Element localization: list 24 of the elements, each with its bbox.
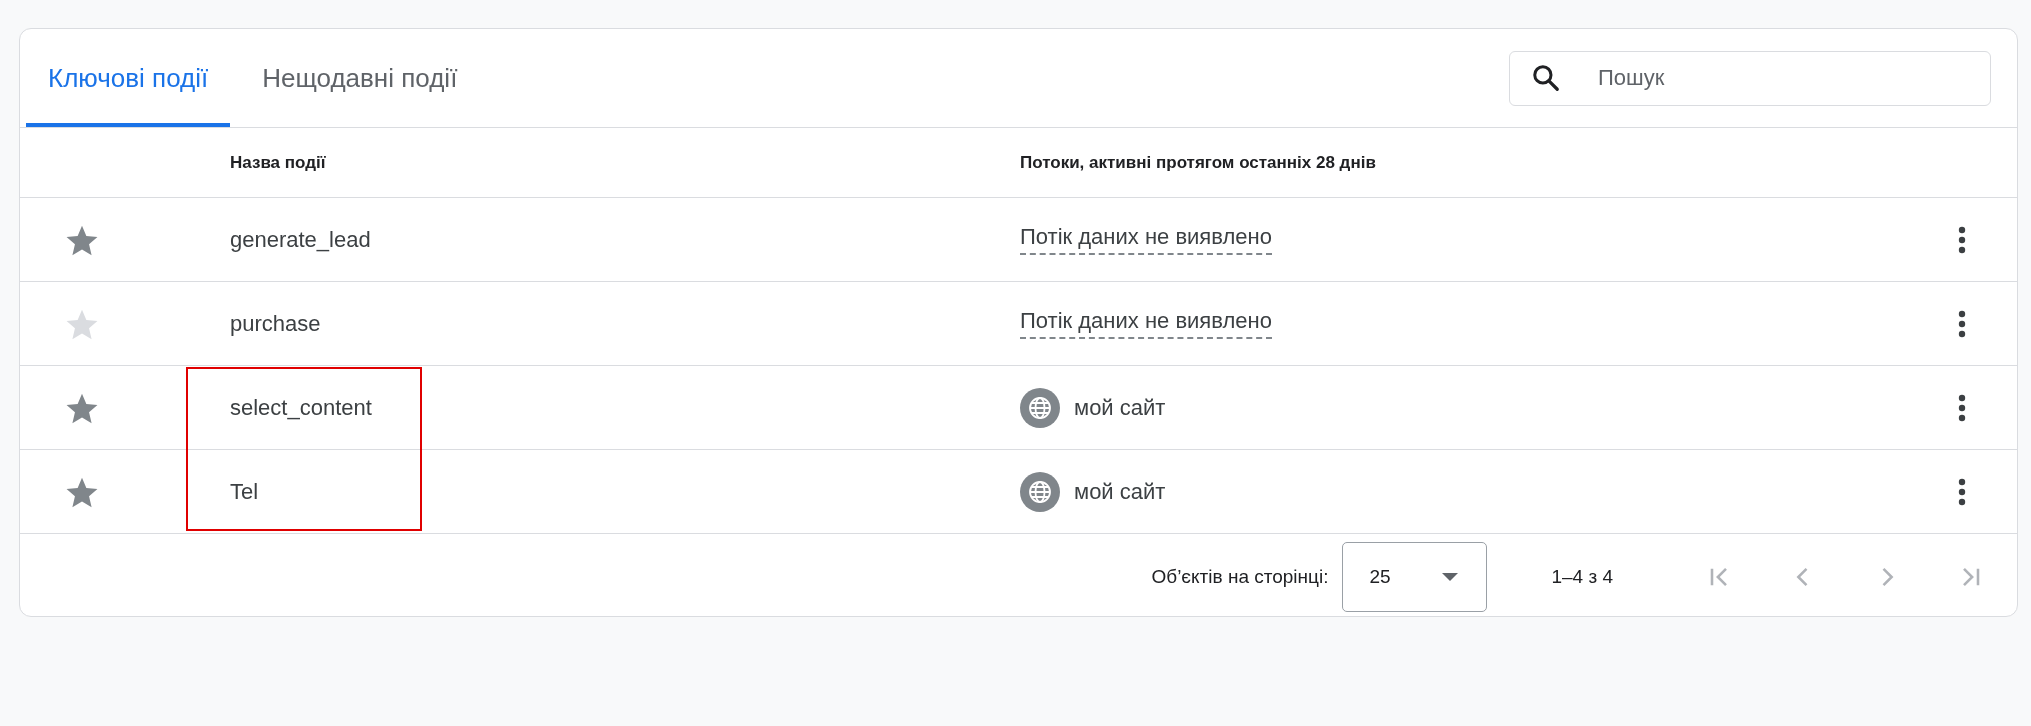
stream-name: мой сайт — [1074, 394, 1166, 421]
search-icon — [1531, 62, 1561, 93]
page-range: 1–4 з 4 — [1551, 565, 1613, 588]
more-icon[interactable] — [1958, 477, 1966, 506]
column-header: Потоки, активні протягом останніх 28 днів — [1020, 152, 1376, 173]
event-name: purchase — [230, 310, 321, 336]
more-icon[interactable] — [1958, 225, 1966, 254]
items-per-page-label: Об’єктів на сторінці: — [1151, 565, 1329, 588]
items-per-page-select[interactable]: 25 — [1342, 541, 1488, 612]
tab[interactable]: Ключові події — [26, 29, 231, 127]
search-field[interactable]: Пошук — [1509, 50, 1991, 106]
no-stream-text[interactable]: Потік даних не виявлено — [1020, 224, 1272, 255]
column-header: Назва події — [230, 152, 326, 172]
more-icon[interactable] — [1958, 309, 1966, 338]
stream-name: мой сайт — [1074, 478, 1166, 505]
globe-icon — [1020, 387, 1060, 428]
tab[interactable]: Нещодавні події — [240, 29, 480, 127]
more-icon[interactable] — [1958, 393, 1966, 422]
event-name: generate_lead — [230, 226, 371, 252]
event-name: select_content — [230, 394, 372, 420]
globe-icon — [1020, 471, 1060, 512]
event-name: Tel — [230, 478, 259, 504]
no-stream-text[interactable]: Потік даних не виявлено — [1020, 308, 1272, 339]
caret-icon — [1442, 572, 1459, 581]
